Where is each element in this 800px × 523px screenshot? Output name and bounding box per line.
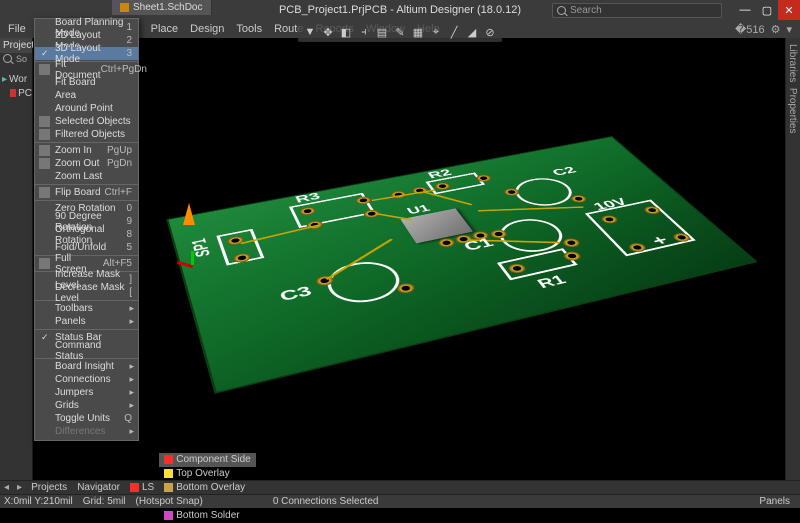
menu-item-area[interactable]: Area: [35, 89, 138, 102]
menu-item-orthogonal-rotation[interactable]: Orthogonal Rotation8: [35, 228, 138, 241]
share-icon[interactable]: �516: [735, 23, 765, 36]
window-title: PCB_Project1.PrjPCB - Altium Designer (1…: [279, 4, 521, 16]
layer-icon[interactable]: ▤: [374, 24, 390, 40]
status-grid: Grid: 5mil: [83, 496, 136, 507]
menu-item-toolbars[interactable]: Toolbars: [35, 302, 138, 315]
schematic-icon: [120, 3, 129, 12]
status-snap: (Hotspot Snap): [136, 496, 213, 507]
select-box-icon[interactable]: ◧: [338, 24, 354, 40]
paint-icon[interactable]: ✎: [392, 24, 408, 40]
status-bar: X:0mil Y:210mil Grid: 5mil (Hotspot Snap…: [0, 494, 800, 508]
search-input[interactable]: Search: [552, 3, 722, 18]
status-connections: 0 Connections Selected: [273, 496, 389, 507]
settings-icon[interactable]: ⚙: [771, 23, 781, 36]
menu-item-filtered-objects[interactable]: Filtered Objects: [35, 128, 138, 141]
menu-item-differences: Differences: [35, 425, 138, 438]
menu-item-fit-document[interactable]: Fit DocumentCtrl+PgDn: [35, 63, 138, 76]
menu-item-panels[interactable]: Panels: [35, 315, 138, 328]
layerbar-prev[interactable]: ◂: [0, 482, 13, 493]
document-tabs: Sheet1.SchDoc: [112, 0, 212, 15]
panel-navigator-tab[interactable]: Navigator: [72, 481, 125, 495]
pcb-board: R3 R2 C2 SP1 U1 C3 C1 R1 10V +: [168, 137, 754, 392]
clear-icon[interactable]: ⊘: [482, 24, 498, 40]
move-icon[interactable]: ✥: [320, 24, 336, 40]
status-coords: X:0mil Y:210mil: [4, 496, 83, 507]
pcb-3d-view[interactable]: R3 R2 C2 SP1 U1 C3 C1 R1 10V +: [33, 38, 800, 488]
search-placeholder: Search: [570, 5, 602, 16]
menu-item-toggle-units[interactable]: Toggle UnitsQ: [35, 412, 138, 425]
panels-button[interactable]: Panels: [753, 496, 796, 507]
view-menu-dropdown: Board Planning Mode12D Layout Mode23D La…: [34, 18, 139, 441]
layerbar-next[interactable]: ▸: [13, 482, 26, 493]
menu-item-flip-board[interactable]: Flip BoardCtrl+F: [35, 186, 138, 199]
layer-tab-bottom-solder[interactable]: Bottom Solder: [159, 509, 256, 523]
minimize-button[interactable]: ―: [734, 0, 756, 20]
layer-set-button[interactable]: LS: [125, 481, 159, 495]
menu-item-grids[interactable]: Grids: [35, 399, 138, 412]
menu-item-board-insight[interactable]: Board Insight: [35, 360, 138, 373]
menu-file[interactable]: File: [2, 20, 32, 38]
menu-item-selected-objects[interactable]: Selected Objects: [35, 115, 138, 128]
menu-item-command-status[interactable]: Command Status: [35, 344, 138, 357]
menu-design[interactable]: Design: [184, 20, 230, 38]
pcb-3d-toolbar: ▼ ✥ ◧ ⫞ ▤ ✎ ▦ ⌖ ╱ ◢ ⊘: [298, 22, 502, 42]
layer-tab-bottom-overlay[interactable]: Bottom Overlay: [159, 481, 256, 495]
filter-icon[interactable]: ▼: [302, 24, 318, 40]
menu-item-decrease-mask-level[interactable]: Decrease Mask Level[: [35, 286, 138, 299]
menu-item-zoom-last[interactable]: Zoom Last: [35, 170, 138, 183]
tab-sheet1[interactable]: Sheet1.SchDoc: [112, 0, 212, 15]
highlight-icon[interactable]: ◢: [464, 24, 480, 40]
panel-projects-tab[interactable]: Projects: [26, 481, 72, 495]
align-icon[interactable]: ⫞: [356, 24, 372, 40]
layer-tab-bar: ◂ ▸ Projects Navigator LS Component Side…: [0, 480, 800, 494]
menu-place[interactable]: Place: [145, 20, 185, 38]
search-icon: [557, 6, 566, 15]
dropdown-icon[interactable]: ▾: [786, 23, 792, 36]
menu-item-zoom-out[interactable]: Zoom OutPgDn: [35, 157, 138, 170]
layer-tab-top-overlay[interactable]: Top Overlay: [159, 467, 256, 481]
menu-item-connections[interactable]: Connections: [35, 373, 138, 386]
layer-tab-component-side[interactable]: Component Side: [159, 453, 256, 467]
menu-item-jumpers[interactable]: Jumpers: [35, 386, 138, 399]
measure-icon[interactable]: ╱: [446, 24, 462, 40]
menu-tools[interactable]: Tools: [230, 20, 268, 38]
grid-icon[interactable]: ▦: [410, 24, 426, 40]
snap-icon[interactable]: ⌖: [428, 24, 444, 40]
menu-item-around-point[interactable]: Around Point: [35, 102, 138, 115]
menu-item-fit-board[interactable]: Fit Board: [35, 76, 138, 89]
right-panel-rail[interactable]: Libraries Properties: [785, 38, 800, 488]
close-button[interactable]: ✕: [778, 0, 800, 20]
menu-item-zoom-in[interactable]: Zoom InPgUp: [35, 144, 138, 157]
maximize-button[interactable]: ▢: [756, 0, 778, 20]
